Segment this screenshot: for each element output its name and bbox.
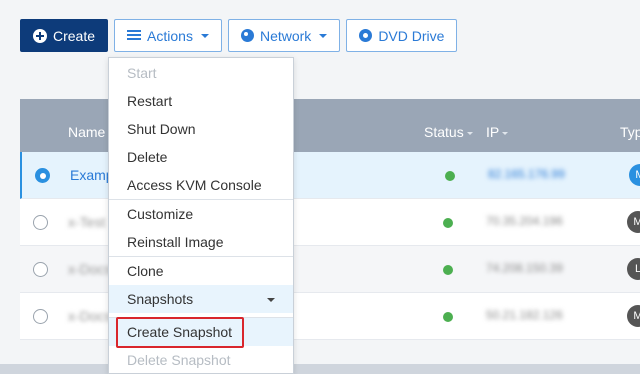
network-icon: [240, 29, 254, 42]
create-button[interactable]: Create: [20, 19, 109, 52]
menu-item-delete[interactable]: Delete: [109, 143, 293, 171]
row-radio-button[interactable]: [33, 262, 48, 277]
column-header-type[interactable]: Typ: [620, 124, 640, 140]
column-header-ip[interactable]: IP: [486, 124, 509, 140]
row-radio-button[interactable]: [33, 309, 48, 324]
type-badge: M: [627, 211, 640, 233]
status-indicator: [443, 312, 453, 322]
column-header-status[interactable]: Status: [424, 124, 473, 140]
network-dropdown-button[interactable]: Network: [227, 19, 341, 52]
bottom-bar: [0, 364, 640, 374]
create-button-label: Create: [53, 27, 96, 44]
sort-caret-icon: [502, 131, 509, 135]
disc-icon: [359, 29, 373, 42]
plus-circle-icon: [33, 28, 47, 43]
type-badge: M: [627, 305, 640, 327]
menu-item-clone[interactable]: Clone: [109, 257, 293, 285]
dvd-button-label: DVD Drive: [378, 27, 445, 44]
toolbar: Create Actions Network DVD Drive: [20, 19, 458, 52]
actions-dropdown-button[interactable]: Actions: [114, 19, 222, 52]
server-ip: 74.208.150.39: [486, 261, 563, 275]
menu-item-reinstall-image[interactable]: Reinstall Image: [109, 228, 293, 256]
menu-item-delete-snapshot[interactable]: Delete Snapshot: [109, 346, 293, 373]
list-icon: [127, 30, 142, 41]
server-ip: 70.35.204.196: [486, 214, 563, 228]
chevron-down-icon: [267, 298, 275, 302]
highlight-annotation-box: [116, 317, 244, 348]
server-ip: 82.165.176.99: [488, 167, 565, 181]
menu-item-shut-down[interactable]: Shut Down: [109, 115, 293, 143]
menu-item-customize[interactable]: Customize: [109, 200, 293, 228]
snapshots-label: Snapshots: [127, 291, 194, 307]
status-indicator: [445, 171, 455, 181]
dvd-drive-button[interactable]: DVD Drive: [346, 19, 458, 52]
row-radio-button[interactable]: [35, 168, 50, 183]
menu-item-restart[interactable]: Restart: [109, 87, 293, 115]
network-button-label: Network: [259, 27, 312, 44]
server-name[interactable]: x-Test: [68, 214, 105, 230]
caret-down-icon: [319, 33, 328, 38]
type-badge: L: [627, 258, 640, 280]
status-indicator: [443, 265, 453, 275]
server-ip: 50.21.182.126: [486, 308, 563, 322]
type-badge: M: [629, 164, 640, 186]
menu-item-snapshots[interactable]: Snapshots: [109, 285, 293, 313]
status-indicator: [443, 218, 453, 228]
caret-down-icon: [200, 33, 209, 38]
column-header-name[interactable]: Name: [68, 124, 105, 140]
sort-caret-icon: [466, 131, 473, 135]
menu-item-access-kvm-console[interactable]: Access KVM Console: [109, 171, 293, 199]
server-name[interactable]: x-Docs: [68, 308, 112, 324]
menu-item-start[interactable]: Start: [109, 59, 293, 87]
row-radio-button[interactable]: [33, 215, 48, 230]
server-name[interactable]: x-Docs: [68, 261, 112, 277]
actions-button-label: Actions: [147, 27, 193, 44]
